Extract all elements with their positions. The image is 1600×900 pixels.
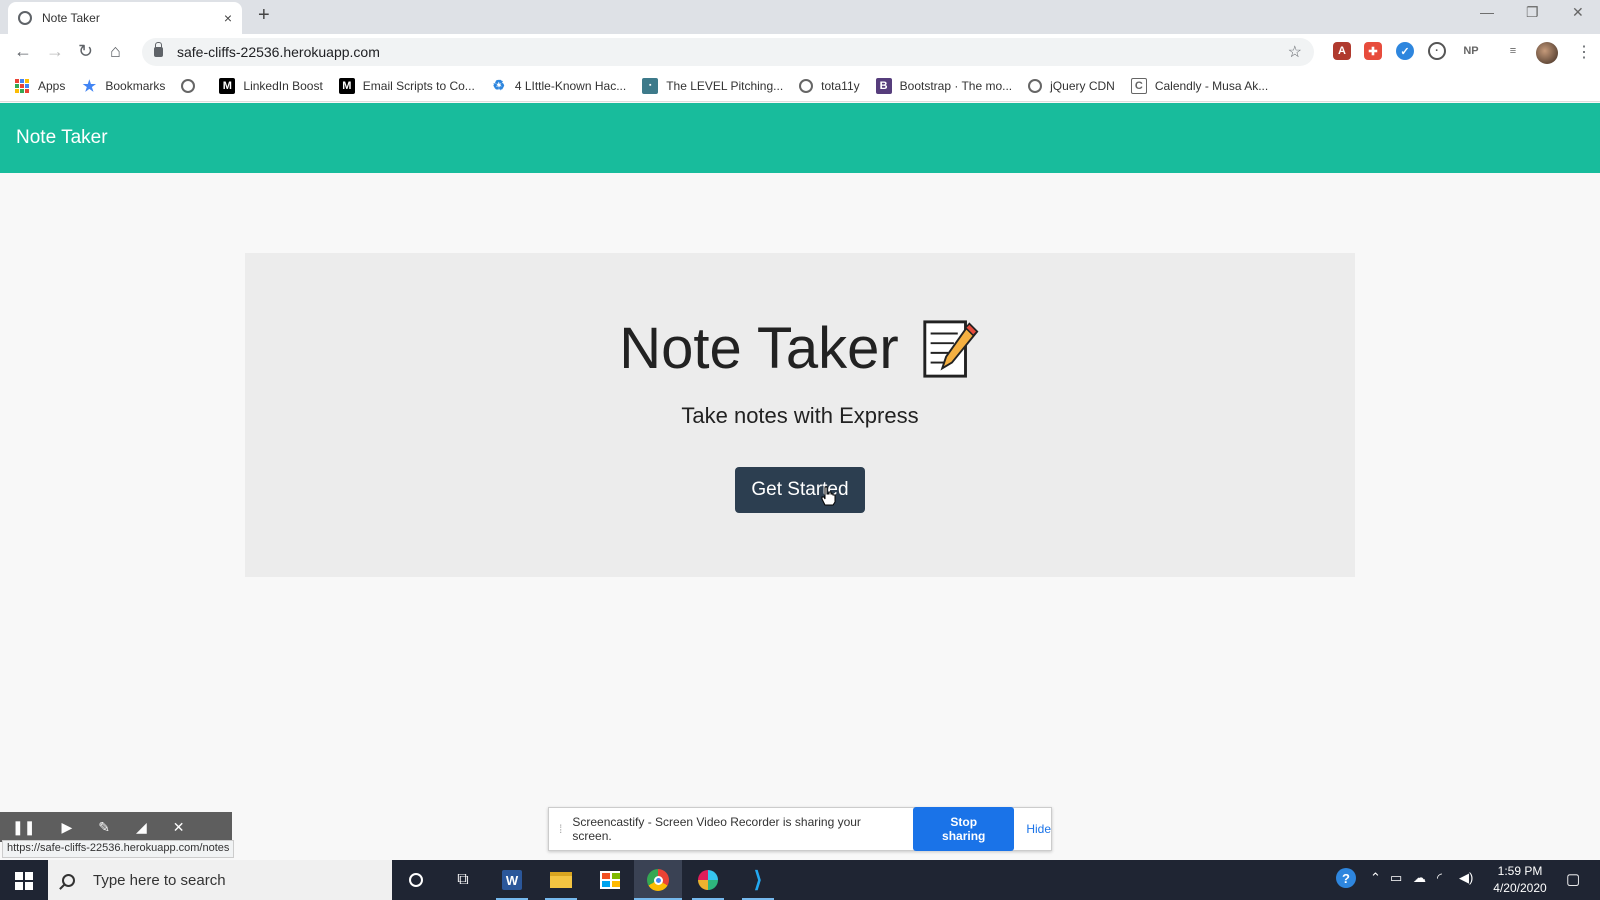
bookmark-email-scripts[interactable]: M Email Scripts to Co... bbox=[338, 77, 475, 94]
taskbar-search[interactable]: Type here to search bbox=[48, 860, 392, 900]
pause-icon[interactable]: ❚❚ bbox=[12, 819, 35, 836]
url-text: safe-cliffs-22536.herokuapp.com bbox=[177, 44, 380, 60]
vscode-icon[interactable]: ⟩ bbox=[746, 867, 770, 892]
bookmark-bookmarks[interactable]: ★ Bookmarks bbox=[81, 77, 166, 95]
chevron-up-icon[interactable]: ⌃ bbox=[1370, 870, 1381, 886]
restore-icon[interactable]: ❐ bbox=[1526, 4, 1539, 21]
back-icon[interactable]: ← bbox=[14, 41, 32, 62]
forward-icon[interactable]: → bbox=[46, 41, 64, 62]
pen-icon[interactable]: ✎ bbox=[98, 819, 110, 836]
hero-subtitle: Take notes with Express bbox=[681, 403, 919, 428]
profile-avatar[interactable] bbox=[1536, 42, 1558, 64]
tab-close-button[interactable]: × bbox=[224, 10, 232, 26]
app-navbar: Note Taker bbox=[0, 103, 1600, 173]
search-placeholder: Type here to search bbox=[93, 871, 226, 889]
stop-sharing-button[interactable]: Stop sharing bbox=[913, 807, 1015, 851]
search-icon bbox=[62, 873, 75, 887]
hero-title-text: Note Taker bbox=[619, 316, 899, 381]
volume-icon[interactable]: ◀) bbox=[1459, 870, 1473, 886]
recycle-icon: ♻ bbox=[492, 77, 506, 93]
action-center-icon[interactable]: ▢ bbox=[1566, 870, 1580, 888]
extension-icon[interactable]: ✚ bbox=[1364, 42, 1382, 60]
windows-taskbar: Type here to search ⧉ W ⟩ ? ⌃ ▭ ☁ ◜ ◀) 1… bbox=[0, 860, 1600, 900]
slack-icon[interactable] bbox=[696, 868, 720, 892]
bookmark-jquery-cdn[interactable]: jQuery CDN bbox=[1028, 78, 1115, 93]
menu-kebab-icon[interactable]: ⋮ bbox=[1576, 42, 1592, 62]
medium-icon: M bbox=[219, 77, 236, 94]
bookmark-level-pitching[interactable]: ▪ The LEVEL Pitching... bbox=[642, 77, 783, 94]
media-queue-icon[interactable]: ≡ bbox=[1504, 42, 1522, 60]
bookmark-bootstrap[interactable]: B Bootstrap · The mo... bbox=[875, 77, 1012, 94]
close-window-icon[interactable]: ✕ bbox=[1572, 4, 1584, 21]
hand-cursor-icon bbox=[821, 486, 836, 506]
get-started-button[interactable]: Get Started bbox=[735, 467, 865, 513]
wifi-icon[interactable]: ◜ bbox=[1437, 870, 1442, 886]
star-icon: ★ bbox=[82, 77, 97, 95]
hero-title: Note Taker bbox=[245, 315, 1355, 382]
clock-time: 1:59 PM bbox=[1497, 864, 1543, 878]
hide-link[interactable]: Hide bbox=[1026, 822, 1051, 836]
address-bar[interactable]: safe-cliffs-22536.herokuapp.com ☆ bbox=[142, 38, 1314, 66]
reload-icon[interactable]: ↻ bbox=[78, 41, 93, 62]
globe-icon bbox=[1028, 78, 1043, 93]
play-icon[interactable]: ▶ bbox=[61, 819, 72, 836]
system-clock[interactable]: 1:59 PM 4/20/2020 bbox=[1480, 863, 1560, 897]
bookmark-globe[interactable] bbox=[181, 78, 203, 93]
task-view-icon[interactable]: ⧉ bbox=[451, 868, 475, 892]
bookmark-apps[interactable]: Apps bbox=[14, 78, 65, 94]
apps-grid-icon bbox=[14, 78, 30, 94]
clock-date: 4/20/2020 bbox=[1493, 881, 1547, 895]
np-extension-icon[interactable]: NP bbox=[1458, 42, 1484, 60]
store-icon[interactable] bbox=[598, 868, 622, 892]
browser-tab-strip: Note Taker × + — ❐ ✕ bbox=[0, 0, 1600, 34]
lock-icon bbox=[154, 42, 163, 57]
bookmark-little-known-hacks[interactable]: ♻ 4 LIttle-Known Hac... bbox=[491, 77, 627, 94]
file-explorer-icon[interactable] bbox=[549, 868, 573, 892]
windows-start-icon[interactable] bbox=[15, 872, 33, 890]
screen-share-notification: ⁞ Screencastify - Screen Video Recorder … bbox=[548, 807, 1052, 851]
onedrive-icon[interactable]: ☁ bbox=[1413, 870, 1426, 886]
globe-icon bbox=[181, 78, 196, 93]
navbar-brand[interactable]: Note Taker bbox=[16, 127, 108, 149]
word-icon[interactable]: W bbox=[500, 868, 524, 892]
bookmarks-bar: Apps ★ Bookmarks M LinkedIn Boost M Emai… bbox=[0, 70, 1600, 102]
pdf-extension-icon[interactable]: A bbox=[1333, 42, 1351, 60]
recorder-controls: ❚❚ ▶ ✎ ◢ ✕ bbox=[0, 812, 232, 842]
home-icon[interactable]: ⌂ bbox=[110, 41, 121, 62]
bookmark-tota11y[interactable]: tota11y bbox=[799, 78, 860, 93]
close-icon[interactable]: ✕ bbox=[173, 819, 185, 836]
bookmark-linkedin-boost[interactable]: M LinkedIn Boost bbox=[219, 77, 323, 94]
drag-handle-icon[interactable]: ⁞ bbox=[559, 822, 562, 836]
bookmark-calendly[interactable]: C Calendly - Musa Ak... bbox=[1130, 77, 1268, 94]
new-tab-button[interactable]: + bbox=[258, 4, 270, 27]
share-message: Screencastify - Screen Video Recorder is… bbox=[572, 815, 861, 843]
browser-tab[interactable]: Note Taker × bbox=[8, 2, 242, 34]
link-status-bar: https://safe-cliffs-22536.herokuapp.com/… bbox=[2, 840, 235, 858]
browser-toolbar: ← → ↻ ⌂ safe-cliffs-22536.herokuapp.com … bbox=[0, 34, 1600, 70]
globe-icon bbox=[18, 11, 32, 25]
minimize-icon[interactable]: — bbox=[1480, 4, 1494, 20]
bootstrap-icon: B bbox=[875, 77, 892, 94]
calendly-icon: C bbox=[1130, 77, 1147, 94]
cortana-icon[interactable] bbox=[404, 868, 428, 892]
help-icon[interactable]: ? bbox=[1336, 868, 1356, 888]
extension-icon[interactable]: · bbox=[1428, 42, 1446, 60]
chrome-icon[interactable] bbox=[634, 860, 682, 900]
tab-title: Note Taker bbox=[42, 11, 100, 25]
image-icon: ▪ bbox=[642, 77, 659, 94]
battery-icon[interactable]: ▭ bbox=[1390, 870, 1402, 886]
bookmark-star-icon[interactable]: ☆ bbox=[1288, 42, 1302, 62]
eraser-icon[interactable]: ◢ bbox=[136, 819, 147, 836]
extension-icon[interactable]: ✓ bbox=[1396, 42, 1414, 60]
hero-jumbotron: Note Taker Take notes with Express Get S… bbox=[245, 253, 1355, 577]
medium-icon: M bbox=[338, 77, 355, 94]
globe-icon bbox=[799, 78, 814, 93]
memo-icon bbox=[923, 319, 979, 378]
